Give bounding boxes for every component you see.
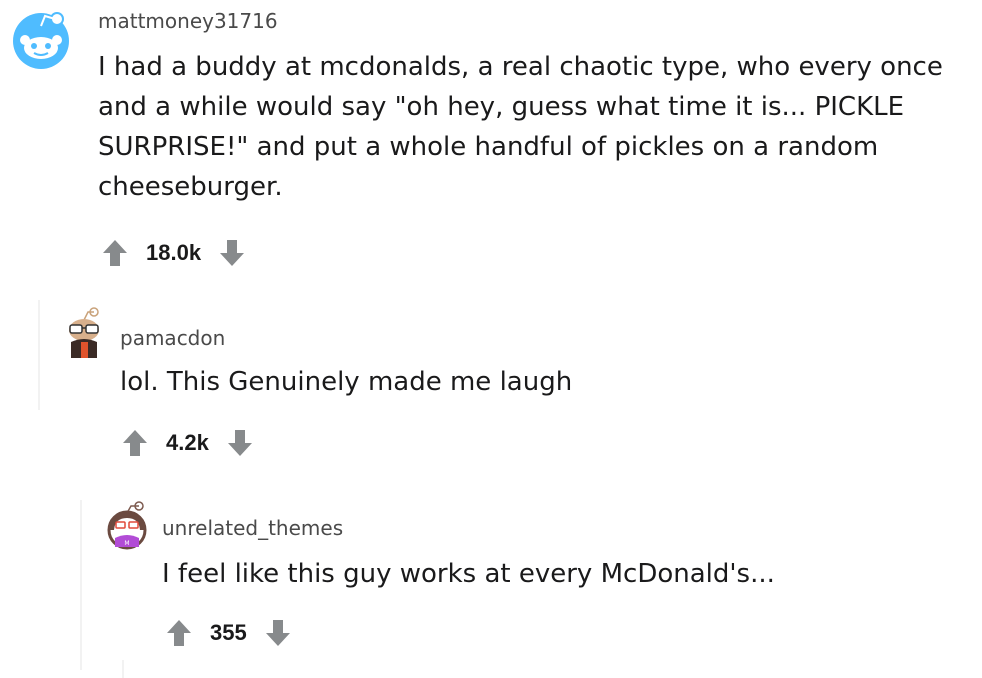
upvote-arrow-icon[interactable] xyxy=(164,618,194,648)
vote-bar: 18.0k xyxy=(100,238,247,268)
user-avatar[interactable] xyxy=(64,306,104,360)
downvote-arrow-icon[interactable] xyxy=(263,618,293,648)
comment-top-level: mattmoney31716 I had a buddy at mcdonald… xyxy=(0,0,982,290)
vote-bar: 4.2k xyxy=(120,428,255,458)
vote-score: 355 xyxy=(210,620,247,645)
vote-bar: 355 xyxy=(164,618,293,648)
snoo-avatar-purple-icon: M xyxy=(107,501,147,550)
thread-line[interactable] xyxy=(38,300,40,410)
upvote-arrow-icon[interactable] xyxy=(100,238,130,268)
downvote-arrow-icon[interactable] xyxy=(225,428,255,458)
snoo-default-blue-icon xyxy=(13,12,69,69)
vote-score: 4.2k xyxy=(166,430,209,455)
comment-body: lol. This Genuinely made me laugh xyxy=(120,367,573,397)
vote-score: 18.0k xyxy=(146,240,202,265)
comment-username[interactable]: unrelated_themes xyxy=(162,516,343,540)
comment-body: I had a buddy at mcdonalds, a real chaot… xyxy=(98,52,943,202)
comment-username[interactable]: mattmoney31716 xyxy=(98,9,278,33)
downvote-arrow-icon[interactable] xyxy=(217,238,247,268)
upvote-arrow-icon[interactable] xyxy=(120,428,150,458)
comment-username[interactable]: pamacdon xyxy=(120,326,225,350)
user-avatar[interactable] xyxy=(10,8,72,70)
comment-body: I feel like this guy works at every McDo… xyxy=(162,559,775,589)
thread-line[interactable] xyxy=(122,660,124,678)
snoo-avatar-glasses-icon xyxy=(69,307,99,358)
svg-text:M: M xyxy=(124,540,129,547)
user-avatar[interactable]: M xyxy=(106,500,148,550)
thread-line[interactable] xyxy=(80,500,82,670)
